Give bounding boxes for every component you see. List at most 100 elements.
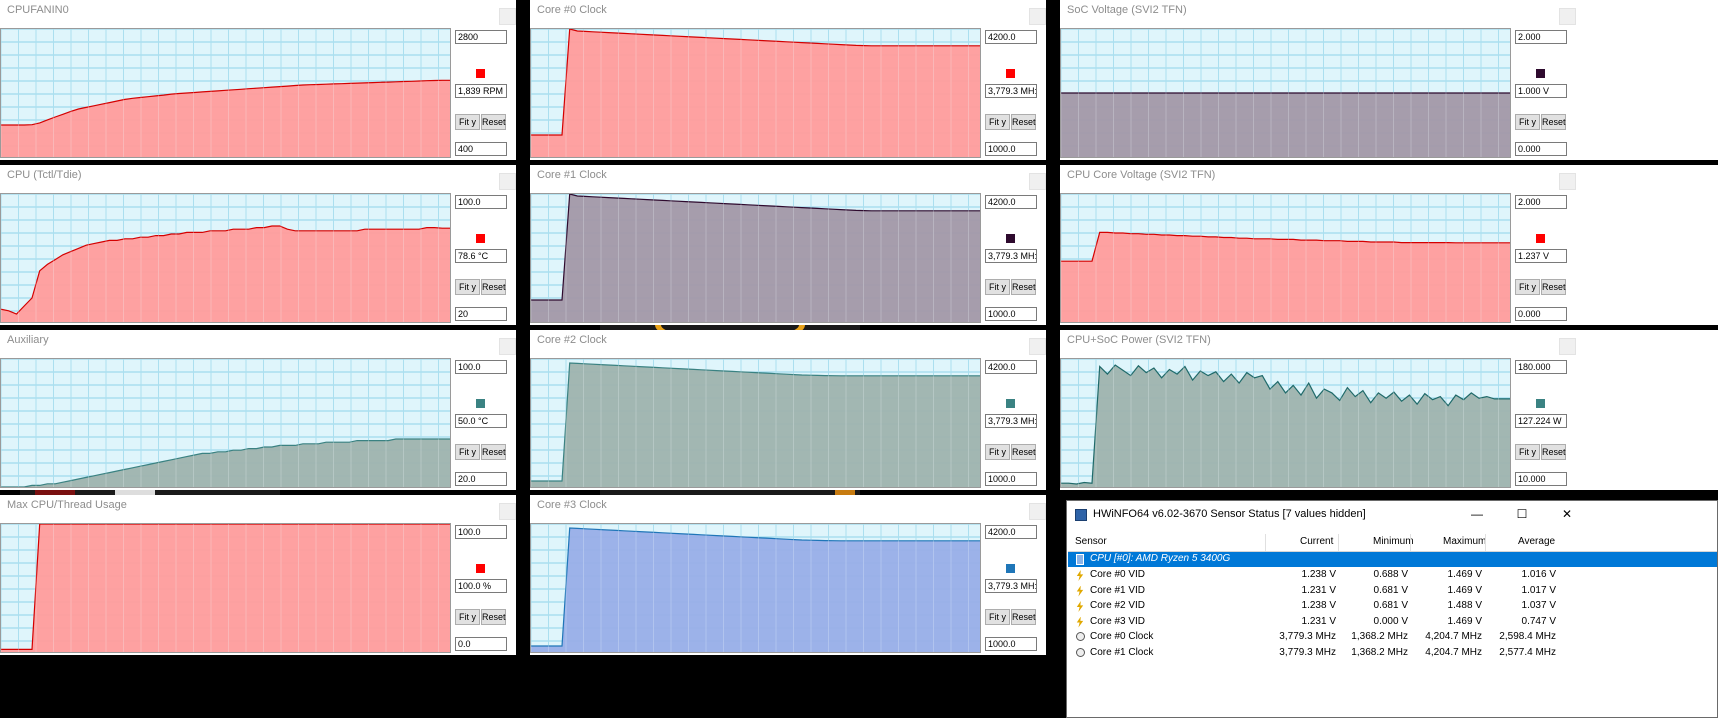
sensor-group-row[interactable]: CPU [#0]: AMD Ryzen 5 3400G	[1068, 552, 1717, 567]
scale-min-field[interactable]: 1000.0	[985, 637, 1037, 651]
scale-min-field[interactable]: 0.0	[455, 637, 507, 651]
color-swatch-icon[interactable]	[1536, 399, 1545, 408]
graph-title: SoC Voltage (SVI2 TFN)	[1067, 4, 1187, 16]
column-current[interactable]: Current	[1300, 536, 1333, 547]
sensor-row[interactable]: Core #3 VID 1.231 V 0.000 V 1.469 V 0.747 V	[1068, 615, 1717, 630]
scale-min-field[interactable]: 20.0	[455, 472, 507, 486]
scale-max-field[interactable]: 4200.0	[985, 360, 1037, 374]
graph-controls: 4200.0 3,779.3 MH: Fit y Reset 1000.0	[985, 28, 1045, 158]
reset-button[interactable]: Reset	[481, 114, 506, 130]
graph-close-icon[interactable]	[1029, 503, 1046, 520]
sensor-status-window[interactable]: HWiNFO64 v6.02-3670 Sensor Status [7 val…	[1066, 500, 1718, 718]
reset-button[interactable]: Reset	[1541, 114, 1566, 130]
color-swatch-icon[interactable]	[1006, 564, 1015, 573]
fit-y-button[interactable]: Fit y	[455, 444, 480, 460]
fit-y-button[interactable]: Fit y	[985, 609, 1010, 625]
sensor-row[interactable]: Core #2 VID 1.238 V 0.681 V 1.488 V 1.037 V	[1068, 599, 1717, 614]
sensor-row[interactable]: Core #0 VID 1.238 V 0.688 V 1.469 V 1.016 V	[1068, 568, 1717, 583]
scale-max-field[interactable]: 4200.0	[985, 525, 1037, 539]
color-swatch-icon[interactable]	[1006, 234, 1015, 243]
reset-button[interactable]: Reset	[1011, 114, 1036, 130]
scale-max-field[interactable]: 100.0	[455, 195, 507, 209]
scale-min-field[interactable]: 0.000	[1515, 142, 1567, 156]
scale-min-field[interactable]: 10.000	[1515, 472, 1567, 486]
column-maximum[interactable]: Maximum	[1443, 536, 1486, 547]
scale-min-field[interactable]: 0.000	[1515, 307, 1567, 321]
column-sensor[interactable]: Sensor	[1075, 536, 1107, 547]
graph-window[interactable]: Max CPU/Thread Usage 100.0 100.0 % Fit y Res…	[0, 495, 516, 655]
graph-close-icon[interactable]	[1029, 338, 1046, 355]
fit-y-button[interactable]: Fit y	[455, 609, 480, 625]
graph-window[interactable]: CPU+SoC Power (SVI2 TFN) 180.000 127.224 W…	[1060, 330, 1718, 490]
color-swatch-icon[interactable]	[476, 69, 485, 78]
graph-window[interactable]: SoC Voltage (SVI2 TFN) 2.000 1.000 V Fit yR…	[1060, 0, 1718, 160]
graph-close-icon[interactable]	[499, 338, 516, 355]
graph-close-icon[interactable]	[499, 8, 516, 25]
graph-window[interactable]: Core #2 Clock 4200.0 3,779.3 MH: Fit y Reset…	[530, 330, 1046, 490]
scale-max-field[interactable]: 100.0	[455, 360, 507, 374]
graph-close-icon[interactable]	[1559, 338, 1576, 355]
sensor-row[interactable]: Core #1 Clock 3,779.3 MHz 1,368.2 MHz 4,204…	[1068, 646, 1717, 661]
maximize-button[interactable]: ☐	[1507, 504, 1537, 524]
reset-button[interactable]: Reset	[1541, 444, 1566, 460]
fit-y-button[interactable]: Fit y	[455, 114, 480, 130]
column-divider[interactable]	[1338, 534, 1339, 551]
reset-button[interactable]: Reset	[481, 609, 506, 625]
reset-button[interactable]: Reset	[1011, 279, 1036, 295]
reset-button[interactable]: Reset	[481, 279, 506, 295]
scale-max-field[interactable]: 2.000	[1515, 30, 1567, 44]
fit-y-button[interactable]: Fit y	[455, 279, 480, 295]
graph-window[interactable]: Core #3 Clock 4200.0 3,779.3 MH: Fit y Reset…	[530, 495, 1046, 655]
fit-y-button[interactable]: Fit y	[1515, 114, 1540, 130]
sensor-row[interactable]: Core #0 Clock 3,779.3 MHz 1,368.2 MHz 4,204…	[1068, 630, 1717, 645]
scale-min-field[interactable]: 1000.0	[985, 472, 1037, 486]
graph-close-icon[interactable]	[1029, 173, 1046, 190]
graph-close-icon[interactable]	[1029, 8, 1046, 25]
sensor-row[interactable]: Core #1 VID 1.231 V 0.681 V 1.469 V 1.017 V	[1068, 584, 1717, 599]
scale-min-field[interactable]: 400	[455, 142, 507, 156]
graph-window[interactable]: Core #1 Clock 4200.0 3,779.3 MH: Fit y Reset…	[530, 165, 1046, 325]
graph-controls: 2.000 1.000 V Fit y Reset 0.000	[1515, 28, 1575, 158]
scale-min-field[interactable]: 20	[455, 307, 507, 321]
color-swatch-icon[interactable]	[476, 399, 485, 408]
column-divider[interactable]	[1410, 534, 1411, 551]
reset-button[interactable]: Reset	[1541, 279, 1566, 295]
graph-window[interactable]: CPUFANIN0 2800 1,839 RPM Fit y Reset 400	[0, 0, 516, 160]
graph-window[interactable]: CPU Core Voltage (SVI2 TFN) 2.000 1.237 V F…	[1060, 165, 1718, 325]
graph-window[interactable]: CPU (Tctl/Tdie) 100.0 78.6 °C Fit y Reset 20	[0, 165, 516, 325]
scale-max-field[interactable]: 4200.0	[985, 30, 1037, 44]
scale-max-field[interactable]: 2.000	[1515, 195, 1567, 209]
reset-button[interactable]: Reset	[481, 444, 506, 460]
color-swatch-icon[interactable]	[476, 564, 485, 573]
fit-y-button[interactable]: Fit y	[985, 279, 1010, 295]
graph-close-icon[interactable]	[499, 173, 516, 190]
column-divider[interactable]	[1485, 534, 1486, 551]
scale-max-field[interactable]: 2800	[455, 30, 507, 44]
reset-button[interactable]: Reset	[1011, 444, 1036, 460]
graph-close-icon[interactable]	[499, 503, 516, 520]
graph-close-icon[interactable]	[1559, 173, 1576, 190]
graph-close-icon[interactable]	[1559, 8, 1576, 25]
minimize-button[interactable]: —	[1462, 504, 1492, 524]
color-swatch-icon[interactable]	[1006, 69, 1015, 78]
column-minimum[interactable]: Minimum	[1373, 536, 1414, 547]
fit-y-button[interactable]: Fit y	[1515, 279, 1540, 295]
scale-max-field[interactable]: 100.0	[455, 525, 507, 539]
graph-window[interactable]: Auxiliary 100.0 50.0 °C Fit y Reset 20.0	[0, 330, 516, 490]
column-divider[interactable]	[1265, 534, 1266, 551]
scale-min-field[interactable]: 1000.0	[985, 307, 1037, 321]
scale-max-field[interactable]: 4200.0	[985, 195, 1037, 209]
graph-window[interactable]: Core #0 Clock 4200.0 3,779.3 MH: Fit y Reset…	[530, 0, 1046, 160]
column-average[interactable]: Average	[1518, 536, 1555, 547]
fit-y-button[interactable]: Fit y	[985, 444, 1010, 460]
scale-max-field[interactable]: 180.000	[1515, 360, 1567, 374]
close-button[interactable]: ✕	[1552, 504, 1582, 524]
reset-button[interactable]: Reset	[1011, 609, 1036, 625]
fit-y-button[interactable]: Fit y	[1515, 444, 1540, 460]
color-swatch-icon[interactable]	[1536, 69, 1545, 78]
color-swatch-icon[interactable]	[476, 234, 485, 243]
color-swatch-icon[interactable]	[1006, 399, 1015, 408]
scale-min-field[interactable]: 1000.0	[985, 142, 1037, 156]
fit-y-button[interactable]: Fit y	[985, 114, 1010, 130]
color-swatch-icon[interactable]	[1536, 234, 1545, 243]
